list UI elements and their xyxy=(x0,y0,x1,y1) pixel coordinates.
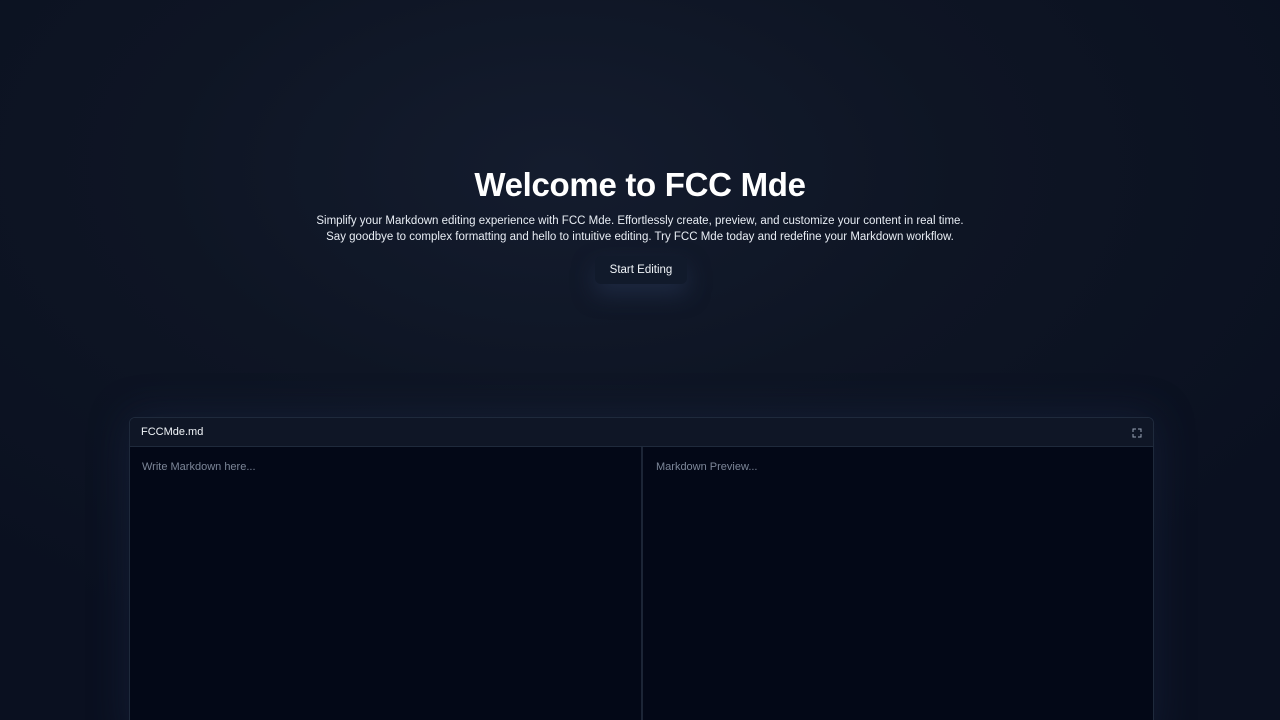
preview-placeholder: Markdown Preview... xyxy=(656,461,758,473)
start-editing-button[interactable]: Start Editing xyxy=(595,256,687,284)
expand-icon[interactable] xyxy=(1131,426,1143,438)
markdown-editor: FCCMde.md Markdown Preview... xyxy=(129,417,1154,720)
markdown-preview: Markdown Preview... xyxy=(643,447,1153,720)
expand-icon-graphic xyxy=(1132,428,1142,438)
hero-description-line-1: Simplify your Markdown editing experienc… xyxy=(316,215,964,227)
hero-description-line-2: Say goodbye to complex formatting and he… xyxy=(326,231,954,243)
editor-header: FCCMde.md xyxy=(130,418,1153,447)
page-title: Welcome to FCC Mde xyxy=(474,166,806,203)
hero-description: Simplify your Markdown editing experienc… xyxy=(240,213,1040,245)
markdown-input[interactable] xyxy=(130,447,641,720)
file-name: FCCMde.md xyxy=(141,426,204,438)
